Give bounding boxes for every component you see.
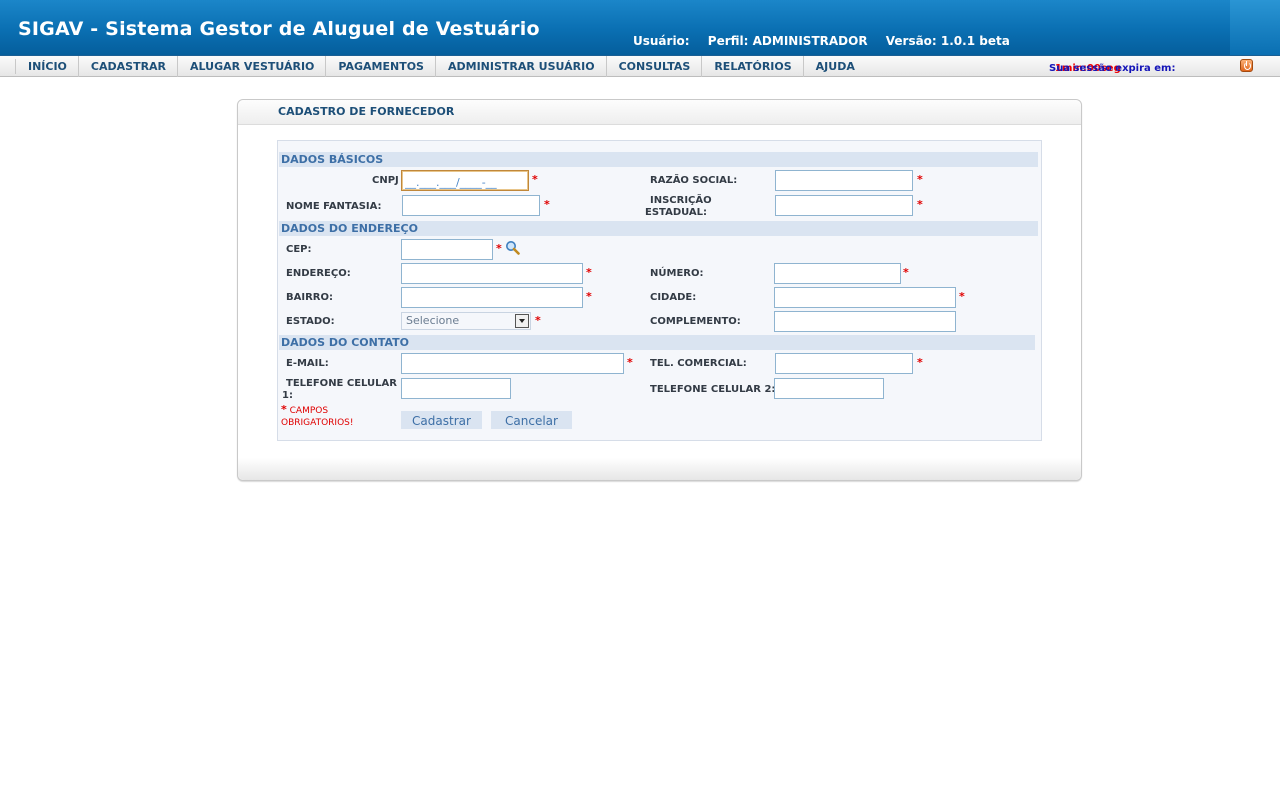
- main-menu: INÍCIO CADASTRAR ALUGAR VESTUÁRIO PAGAME…: [16, 56, 866, 77]
- section-dados-basicos: DADOS BÁSICOS: [279, 152, 1038, 167]
- user-info: Usuário: Perfil: ADMINISTRADOR Versão: 1…: [633, 34, 1024, 48]
- menu-item-administrar-usuario[interactable]: ADMINISTRAR USUÁRIO: [436, 56, 607, 77]
- nome-fantasia-required-mark: *: [544, 198, 550, 211]
- panel-header: CADASTRO DE FORNECEDOR: [238, 100, 1081, 125]
- tel-comercial-input[interactable]: [776, 356, 912, 375]
- app-title: SIGAV - Sistema Gestor de Aluguel de Ves…: [18, 18, 540, 40]
- razao-social-input[interactable]: [776, 173, 912, 192]
- telefone-celular-1-field[interactable]: [401, 378, 511, 400]
- required-note-mark: *: [281, 403, 287, 416]
- bairro-field[interactable]: [401, 287, 583, 309]
- cep-field[interactable]: [401, 239, 493, 261]
- email-input[interactable]: [402, 356, 623, 375]
- version-label: Versão: 1.0.1 beta: [885, 34, 1010, 48]
- menu-item-pagamentos[interactable]: PAGAMENTOS: [326, 56, 436, 77]
- session-label: Sua sessão expira em:: [1049, 63, 1176, 74]
- cnpj-input[interactable]: [402, 173, 528, 192]
- menu-item-ajuda[interactable]: AJUDA: [804, 56, 866, 77]
- cep-input[interactable]: [402, 242, 492, 261]
- cep-required-mark: *: [496, 242, 502, 255]
- nome-fantasia-field[interactable]: [402, 195, 540, 217]
- telefone-celular-1-label-line1: TELEFONE CELULAR: [286, 378, 397, 389]
- cidade-input[interactable]: [775, 290, 955, 309]
- section-dados-contato: DADOS DO CONTATO: [279, 335, 1035, 350]
- telefone-celular-2-field[interactable]: [774, 378, 884, 400]
- complemento-field[interactable]: [774, 311, 956, 333]
- magnifier-icon[interactable]: [505, 240, 520, 255]
- inscricao-estadual-label-line1: INSCRIÇÃO: [650, 195, 712, 206]
- cnpj-label: CNPJ: [372, 175, 399, 186]
- estado-selected-value: Selecione: [406, 314, 460, 327]
- menu-item-consultas[interactable]: CONSULTAS: [607, 56, 703, 77]
- email-label: E-MAIL:: [286, 358, 329, 369]
- cidade-required-mark: *: [959, 290, 965, 303]
- nome-fantasia-label: NOME FANTASIA:: [286, 201, 382, 212]
- tel-comercial-required-mark: *: [917, 356, 923, 369]
- section-dados-endereco: DADOS DO ENDEREÇO: [279, 221, 1038, 236]
- email-field[interactable]: [401, 353, 624, 375]
- required-fields-note: * CAMPOS OBRIGATORIOS!: [281, 404, 381, 429]
- tel-comercial-field[interactable]: [775, 353, 913, 375]
- menu-item-alugar-vestuario[interactable]: ALUGAR VESTUÁRIO: [178, 56, 327, 77]
- app-header: SIGAV - Sistema Gestor de Aluguel de Ves…: [0, 0, 1280, 55]
- razao-social-label: RAZÃO SOCIAL:: [650, 175, 738, 186]
- inscricao-estadual-field[interactable]: [775, 195, 913, 217]
- endereco-field[interactable]: [401, 263, 583, 285]
- profile-label: Perfil: ADMINISTRADOR: [707, 34, 868, 48]
- cidade-field[interactable]: [774, 287, 956, 309]
- menu-item-relatorios[interactable]: RELATÓRIOS: [702, 56, 804, 77]
- menu-item-inicio[interactable]: INÍCIO: [16, 56, 79, 77]
- power-icon[interactable]: [1240, 59, 1253, 72]
- endereco-input[interactable]: [402, 266, 582, 285]
- cancelar-button[interactable]: Cancelar: [491, 411, 572, 429]
- numero-field[interactable]: [774, 263, 901, 285]
- telefone-celular-2-label: TELEFONE CELULAR 2:: [650, 384, 776, 395]
- numero-input[interactable]: [775, 266, 900, 285]
- panel-title: CADASTRO DE FORNECEDOR: [278, 105, 455, 118]
- email-required-mark: *: [627, 356, 633, 369]
- numero-required-mark: *: [903, 266, 909, 279]
- bairro-label: BAIRRO:: [286, 292, 333, 303]
- user-label: Usuário:: [633, 34, 690, 48]
- cep-label: CEP:: [286, 244, 312, 255]
- menu-item-cadastrar[interactable]: CADASTRAR: [79, 56, 179, 77]
- required-note-line2: OBRIGATORIOS!: [281, 418, 354, 428]
- telefone-celular-2-input[interactable]: [775, 381, 883, 400]
- razao-social-required-mark: *: [917, 173, 923, 186]
- numero-label: NÚMERO:: [650, 268, 704, 279]
- session-timer: Sua sessão expira em: 1min:00seg: [1049, 63, 1175, 74]
- chevron-down-icon[interactable]: [515, 314, 529, 328]
- estado-required-mark: *: [535, 314, 541, 327]
- inscricao-estadual-required-mark: *: [917, 198, 923, 211]
- tel-comercial-label: TEL. COMERCIAL:: [650, 358, 747, 369]
- menu-left-edge: [0, 59, 16, 74]
- telefone-celular-1-input[interactable]: [402, 381, 510, 400]
- telefone-celular-1-label-line2: 1:: [282, 390, 293, 401]
- required-note-line1: CAMPOS: [289, 406, 329, 416]
- estado-label: ESTADO:: [286, 316, 335, 327]
- complemento-input[interactable]: [775, 314, 955, 333]
- header-corner-decoration: [1230, 0, 1280, 55]
- bairro-required-mark: *: [586, 290, 592, 303]
- endereco-label: ENDEREÇO:: [286, 268, 351, 279]
- cadastrar-button[interactable]: Cadastrar: [401, 411, 482, 429]
- estado-select[interactable]: Selecione: [401, 312, 531, 330]
- inscricao-estadual-input[interactable]: [776, 198, 912, 217]
- panel-footer: [238, 458, 1081, 480]
- endereco-required-mark: *: [586, 266, 592, 279]
- cnpj-required-mark: *: [532, 173, 538, 186]
- nome-fantasia-input[interactable]: [403, 198, 539, 217]
- inscricao-estadual-label-line2: ESTADUAL:: [645, 207, 708, 218]
- cidade-label: CIDADE:: [650, 292, 697, 303]
- cnpj-field[interactable]: [401, 170, 529, 192]
- complemento-label: COMPLEMENTO:: [650, 316, 741, 327]
- bairro-input[interactable]: [402, 290, 582, 309]
- razao-social-field[interactable]: [775, 170, 913, 192]
